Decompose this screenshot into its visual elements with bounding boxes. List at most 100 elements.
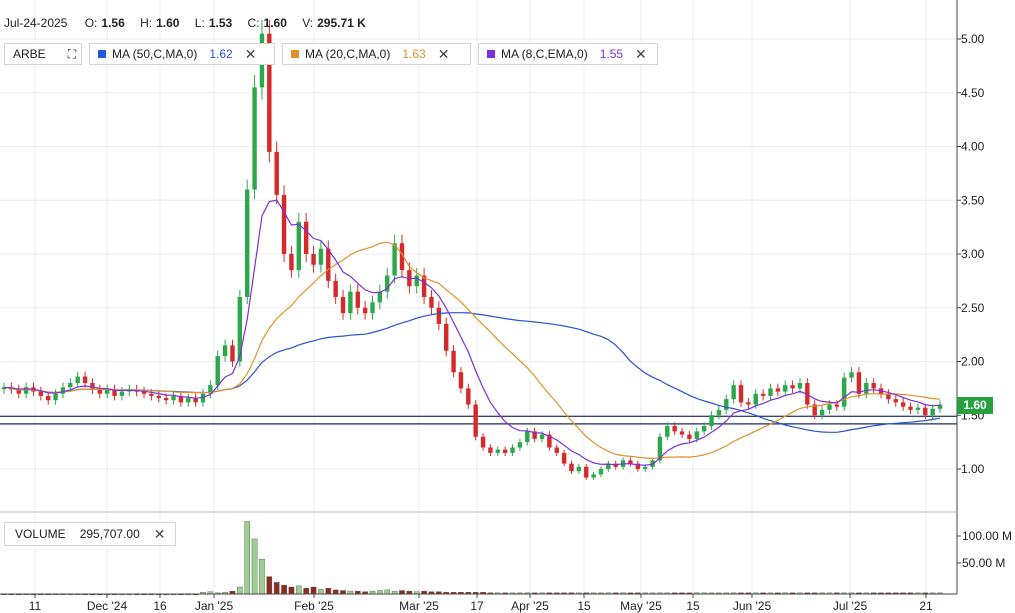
ma20-label: MA (20,C,MA,0)	[305, 47, 391, 61]
candle	[178, 391, 184, 407]
candle	[561, 449, 567, 467]
ma50-value: 1.62	[209, 47, 233, 61]
candle	[222, 339, 228, 362]
candle	[547, 431, 552, 451]
candle	[1, 382, 7, 394]
volume-bar	[244, 521, 251, 595]
price-tick-label: 2.50	[961, 301, 985, 315]
legend-ma20[interactable]: MA (20,C,MA,0) 1.63 ✕	[282, 43, 471, 65]
close-x-icon[interactable]: ✕	[245, 46, 257, 63]
volume-bar	[399, 590, 405, 595]
candle	[436, 301, 442, 331]
candle	[289, 245, 294, 278]
candle	[340, 290, 346, 320]
candle	[502, 446, 508, 456]
symbol-legend[interactable]: ARBE ⛶	[4, 43, 82, 65]
low-value: 1.53	[208, 16, 233, 30]
ma20-line	[3, 241, 941, 460]
candle	[444, 317, 449, 357]
candle	[296, 212, 302, 278]
x-tick-label: 15	[686, 599, 700, 613]
price-tick-label: 3.00	[961, 247, 985, 261]
candle	[392, 234, 397, 284]
x-tick-label: Apr '25	[511, 599, 549, 613]
close-x-icon[interactable]: ✕	[438, 46, 450, 63]
x-tick-label: 11	[29, 599, 42, 613]
candle	[311, 245, 316, 273]
high-value: 1.60	[156, 16, 180, 30]
candle	[731, 380, 736, 404]
price-tick-label: 5.00	[961, 32, 985, 46]
close-x-icon[interactable]: ✕	[154, 526, 166, 543]
candle	[333, 273, 338, 304]
price-tick-label: 4.00	[961, 140, 985, 154]
volume-legend-label: VOLUME	[15, 527, 66, 541]
last-price-tag: 1.60	[957, 397, 993, 414]
price-tick-label: 1.00	[961, 462, 985, 476]
close-label: C:	[247, 16, 260, 30]
legend-ma50[interactable]: MA (50,C,MA,0) 1.62 ✕	[89, 43, 275, 65]
x-tick-label: Jul '25	[833, 599, 868, 613]
volume-bar	[266, 576, 273, 595]
candle	[473, 400, 478, 441]
volume-bar	[310, 586, 317, 595]
legend-ema8[interactable]: MA (8,C,EMA,0) 1.55 ✕	[478, 43, 658, 65]
ema8-label: MA (8,C,EMA,0)	[501, 47, 588, 61]
candle	[635, 460, 641, 472]
candle	[915, 403, 921, 415]
candle	[783, 380, 788, 397]
expand-icon[interactable]: ⛶	[68, 47, 76, 62]
x-tick-label: May '25	[620, 599, 662, 613]
candle	[679, 427, 685, 439]
volume-tick-label: 50.00 M	[962, 556, 1005, 570]
candle	[186, 393, 191, 407]
ma50-label: MA (50,C,MA,0)	[112, 47, 198, 61]
ema8-value: 1.55	[599, 47, 624, 61]
candle	[738, 380, 744, 407]
candle	[760, 389, 766, 401]
volume-bar	[332, 589, 339, 595]
volume-bar	[296, 585, 302, 595]
x-tick-label: 16	[153, 599, 167, 613]
candle	[112, 384, 117, 401]
high-label: H:	[140, 16, 153, 30]
candle	[318, 240, 324, 273]
price-tick-label: 3.50	[961, 193, 985, 207]
candle	[53, 389, 58, 405]
candle	[790, 380, 795, 394]
volume-bar	[273, 582, 280, 595]
candlestick-series	[1, 20, 943, 481]
candle	[267, 20, 272, 163]
candle	[171, 391, 176, 405]
candle	[495, 446, 500, 456]
candle	[82, 371, 88, 388]
candle	[362, 301, 368, 320]
volume-bar	[377, 590, 383, 595]
ma20-swatch	[291, 50, 299, 58]
candle	[510, 444, 515, 456]
candle	[775, 383, 781, 397]
candle	[930, 404, 935, 420]
candle	[38, 386, 44, 401]
candle	[230, 339, 235, 367]
ohlc-readout: Jul-24-2025 O: 1.56 H: 1.60 L: 1.53 C: 1.60 …	[4, 16, 378, 30]
candle	[458, 367, 464, 394]
volume-legend[interactable]: VOLUME 295,707.00 ✕	[4, 522, 177, 546]
candle	[97, 384, 103, 399]
x-tick-label: Jun '25	[733, 599, 772, 613]
candle	[451, 345, 456, 378]
volume-bar	[340, 590, 346, 595]
x-tick-label: Mar '25	[399, 599, 439, 613]
candle	[281, 185, 287, 263]
close-x-icon[interactable]: ✕	[635, 46, 647, 63]
candle	[488, 444, 493, 456]
candle	[274, 141, 279, 205]
candle	[141, 386, 147, 399]
moving-average-lines	[3, 199, 941, 466]
ema8-swatch	[487, 50, 495, 58]
candle	[517, 438, 523, 451]
volume-bar	[318, 589, 324, 595]
candle	[532, 427, 537, 443]
candle	[606, 460, 611, 472]
candle	[119, 386, 125, 401]
